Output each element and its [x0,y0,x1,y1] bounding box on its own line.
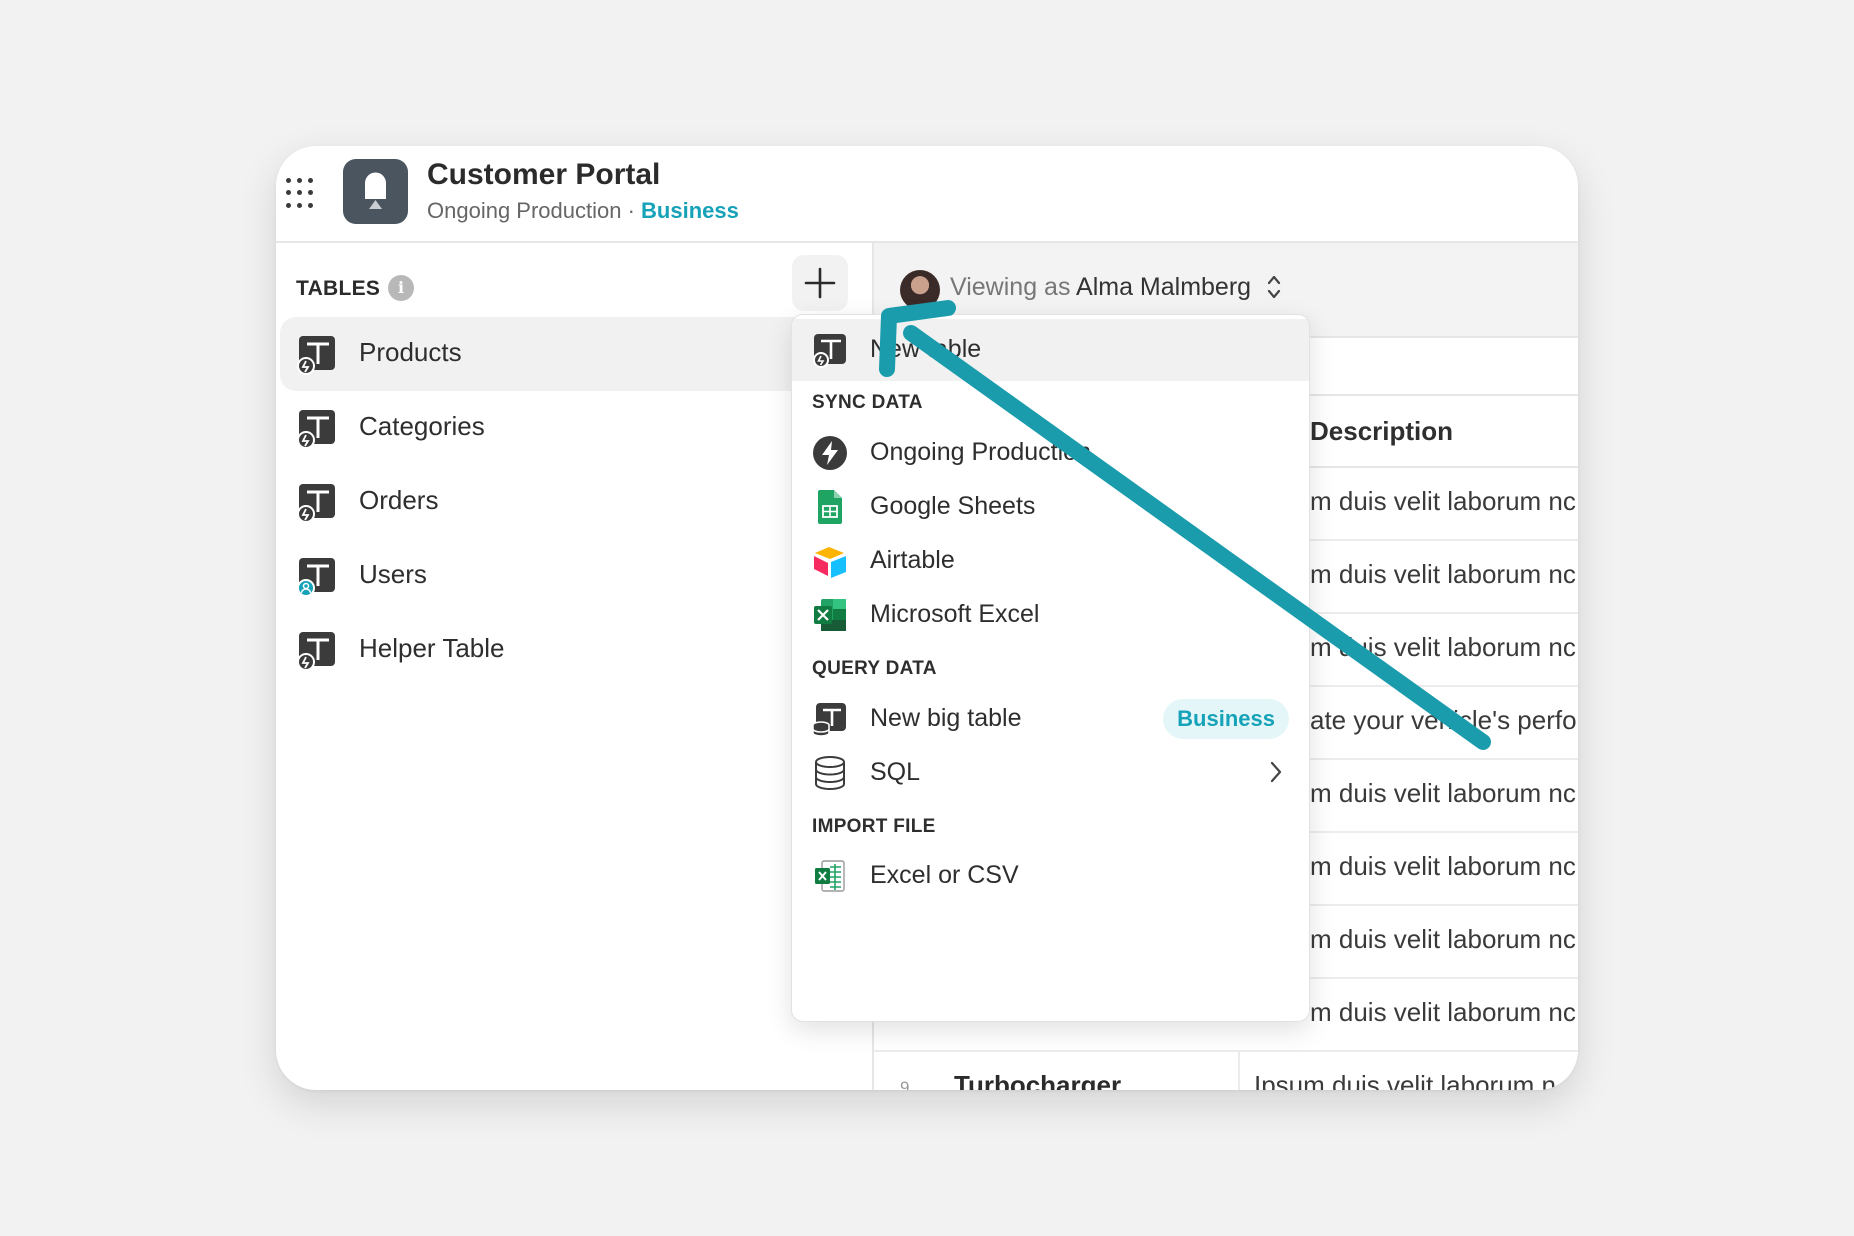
add-table-menu: New table SYNC DATA Ongoing Production G… [791,314,1310,1022]
section-sync-data: SYNC DATA [812,392,923,413]
big-table-icon [812,703,846,737]
column-header-description[interactable]: Description [1310,416,1453,447]
menu-item-airtable[interactable]: Airtable [792,530,1309,592]
plan-badge[interactable]: Business [641,198,739,223]
plus-icon [804,267,836,299]
excel-file-icon [815,860,845,892]
database-icon [815,756,845,790]
sidebar: TABLES i Products Categories Orders User… [276,243,872,1090]
menu-item-sql[interactable]: SQL [792,742,1309,804]
cell-description: ate your vehicle's perfo [1310,705,1577,735]
menu-item-label: Airtable [870,546,955,574]
cell-name: Turbocharger [954,1070,1122,1090]
cell-description: m duis velit laborum nc [1310,997,1576,1027]
menu-item-ongoing-production[interactable]: Ongoing Production [792,422,1309,484]
app-title: Customer Portal [427,158,661,191]
cell-description: m duis velit laborum nc [1310,632,1576,662]
table-icon [297,484,335,523]
app-grid-icon[interactable] [286,178,318,210]
menu-item-label: Excel or CSV [870,861,1019,889]
table-row[interactable]: 9 Turbocharger Ipsum duis velit laborum … [874,1052,1578,1090]
column-divider [1238,1052,1240,1090]
cell-description: m duis velit laborum nc [1310,778,1576,808]
menu-item-new-big-table[interactable]: New big table Business [792,688,1309,750]
menu-item-label: New big table [870,704,1022,732]
info-icon[interactable]: i [388,275,414,301]
cell-description: m duis velit laborum nc [1310,486,1576,516]
menu-item-label: SQL [870,758,921,786]
source-name: Ongoing Production [427,198,622,223]
app-subtitle: Ongoing Production · Business [427,198,739,224]
table-list: Products Categories Orders Users Helper … [276,317,872,687]
table-icon [297,410,335,449]
viewing-as-user: Alma Malmberg [1076,273,1252,301]
section-query-data: QUERY DATA [812,658,937,679]
section-import-file: IMPORT FILE [812,816,936,837]
google-sheets-icon [818,490,842,524]
subtitle-separator: · [621,198,642,223]
viewing-as-prefix: Viewing as [950,273,1077,301]
chevron-updown-icon[interactable] [1267,273,1281,301]
chevron-right-icon [1270,761,1282,783]
user-table-icon [297,558,335,597]
table-icon [813,334,846,368]
sidebar-item-categories[interactable]: Categories [276,391,872,465]
menu-item-excel-or-csv[interactable]: Excel or CSV [792,845,1309,907]
avatar [900,270,940,310]
sidebar-item-label: Categories [359,411,485,441]
menu-item-microsoft-excel[interactable]: Microsoft Excel [792,584,1309,646]
airtable-icon [814,547,846,578]
excel-icon [814,599,846,631]
table-icon [297,336,335,375]
add-table-button[interactable] [792,255,848,311]
business-badge: Business [1163,699,1289,739]
menu-item-new-table[interactable]: New table [792,319,1309,381]
menu-item-label: Google Sheets [870,492,1036,520]
sidebar-item-label: Users [359,559,427,589]
menu-item-label: Microsoft Excel [870,600,1040,628]
sidebar-item-helper-table[interactable]: Helper Table [276,613,872,687]
cell-description: m duis velit laborum nc [1310,924,1576,954]
menu-item-google-sheets[interactable]: Google Sheets [792,476,1309,538]
app-header: Customer Portal Ongoing Production · Bus… [276,146,1578,243]
sidebar-item-label: Helper Table [359,633,505,663]
cell-description: m duis velit laborum nc [1310,559,1576,589]
menu-item-label: New table [870,335,982,363]
table-icon [297,632,335,671]
cell-description: m duis velit laborum nc [1310,851,1576,881]
sidebar-item-products[interactable]: Products [280,317,872,391]
menu-item-label: Ongoing Production [870,438,1091,466]
tables-heading: TABLES [296,277,381,300]
row-number: 9 [900,1078,910,1090]
app-logo [343,159,408,224]
sidebar-item-label: Orders [359,485,439,515]
cell-description: Ipsum duis velit laborum n [1254,1070,1557,1090]
sidebar-item-orders[interactable]: Orders [276,465,872,539]
sidebar-item-users[interactable]: Users [276,539,872,613]
sidebar-item-label: Products [359,337,462,367]
viewing-as-label: Viewing as Alma Malmberg [950,273,1251,302]
app-window: Customer Portal Ongoing Production · Bus… [276,146,1578,1090]
bolt-icon [813,436,847,470]
